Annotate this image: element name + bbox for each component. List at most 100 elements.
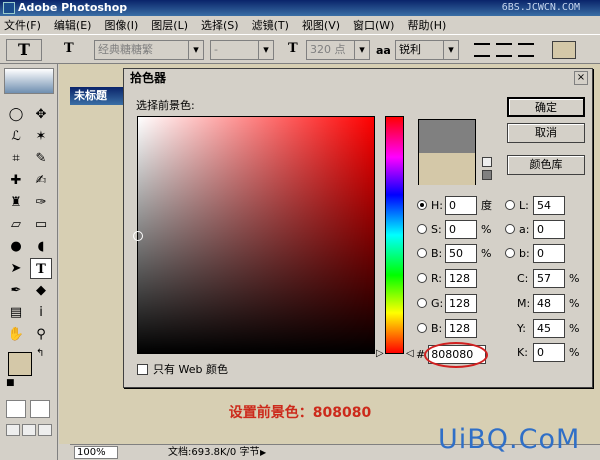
default-colors-icon[interactable]: ■	[6, 378, 15, 388]
gamut-warning-icon[interactable]	[482, 157, 492, 167]
input-b[interactable]: 50	[445, 243, 477, 263]
input-s[interactable]: 0	[445, 219, 477, 239]
app-title-bar: Adobe Photoshop 6BS.JCWCN.COM	[0, 0, 600, 16]
photoshop-icon	[3, 2, 15, 14]
radio-l[interactable]	[505, 200, 515, 210]
font-size-select[interactable]: 320 点	[306, 40, 370, 60]
input-c[interactable]: 57	[533, 268, 565, 288]
menu-layer[interactable]: 图层(L)	[151, 17, 188, 33]
magic-wand-icon[interactable]: ✶	[30, 126, 52, 147]
color-field[interactable]	[133, 116, 375, 354]
lasso-tool-icon[interactable]: ℒ	[5, 126, 27, 147]
menu-filter[interactable]: 滤镜(T)	[252, 17, 289, 33]
hue-slider[interactable]	[385, 116, 404, 354]
web-colors-label: 只有 Web 颜色	[153, 363, 228, 376]
field-c: C: 57 %	[517, 268, 579, 288]
shape-tool-icon[interactable]: ◆	[30, 280, 52, 301]
radio-blue[interactable]	[417, 323, 427, 333]
menu-image[interactable]: 图像(I)	[104, 17, 138, 33]
new-color-preview	[419, 120, 475, 153]
history-brush-icon[interactable]: ✑	[30, 192, 52, 213]
text-color-swatch[interactable]	[552, 41, 576, 59]
crop-tool-icon[interactable]: ⌗	[5, 148, 27, 169]
input-h[interactable]: 0	[445, 195, 477, 215]
input-y[interactable]: 45	[533, 318, 565, 338]
hue-slider-handle-right[interactable]: ◁	[406, 348, 414, 359]
blur-tool-icon[interactable]: ●	[5, 236, 27, 257]
text-tool-preset-icon[interactable]: T	[6, 39, 42, 61]
field-g: G: 128	[417, 293, 477, 313]
field-y: Y: 45 %	[517, 318, 579, 338]
brush-tool-icon[interactable]: ✍	[30, 170, 52, 191]
move-tool-icon[interactable]: ✥	[30, 104, 52, 125]
align-center-icon[interactable]	[496, 43, 512, 57]
close-icon[interactable]: ×	[574, 71, 588, 85]
eyedropper-icon[interactable]: ⅰ	[30, 302, 52, 323]
menu-view[interactable]: 视图(V)	[302, 17, 340, 33]
notes-tool-icon[interactable]: ▤	[5, 302, 27, 323]
marquee-tool-icon[interactable]: ◯	[5, 104, 27, 125]
input-a[interactable]: 0	[533, 219, 565, 239]
path-select-icon[interactable]: ➤	[5, 258, 27, 279]
radio-s[interactable]	[417, 224, 427, 234]
hue-slider-handle-left[interactable]: ▷	[376, 348, 384, 359]
radio-a[interactable]	[505, 224, 515, 234]
screen-mode-full-icon[interactable]	[38, 424, 52, 436]
pen-tool-icon[interactable]: ✒	[5, 280, 27, 301]
stamp-tool-icon[interactable]: ♜	[5, 192, 27, 213]
dodge-tool-icon[interactable]: ◖	[30, 236, 52, 257]
swap-colors-icon[interactable]: ↰	[36, 348, 44, 359]
screen-mode-menubar-icon[interactable]	[22, 424, 36, 436]
menu-file[interactable]: 文件(F)	[4, 17, 41, 33]
healing-brush-icon[interactable]: ✚	[5, 170, 27, 191]
caption-text: 设置前景色：808080	[228, 405, 372, 421]
ok-button[interactable]: 确定	[507, 97, 585, 117]
menu-window[interactable]: 窗口(W)	[353, 17, 394, 33]
eraser-tool-icon[interactable]: ▱	[5, 214, 27, 235]
input-blue[interactable]: 128	[445, 318, 477, 338]
input-l[interactable]: 54	[533, 195, 565, 215]
align-left-icon[interactable]	[474, 43, 490, 57]
web-colors-option[interactable]: 只有 Web 颜色	[137, 361, 228, 377]
gamut-swatch[interactable]	[482, 170, 492, 180]
font-size-icon: T	[288, 41, 298, 56]
radio-g[interactable]	[417, 298, 427, 308]
input-g[interactable]: 128	[445, 293, 477, 313]
menu-bar: 文件(F) 编辑(E) 图像(I) 图层(L) 选择(S) 滤镜(T) 视图(V…	[0, 16, 600, 34]
align-right-icon[interactable]	[518, 43, 534, 57]
foreground-color-swatch[interactable]	[8, 352, 32, 376]
input-lab-b[interactable]: 0	[533, 243, 565, 263]
gradient-tool-icon[interactable]: ▭	[30, 214, 52, 235]
document-window-title[interactable]: 未标题	[70, 87, 130, 105]
menu-edit[interactable]: 编辑(E)	[54, 17, 92, 33]
antialias-select[interactable]: 锐利	[395, 40, 459, 60]
color-picker-dialog: 拾色器 × 选择前景色: ▷ ◁ 只有 Web 颜色 确定 取消 颜色库 H: …	[123, 68, 593, 388]
menu-help[interactable]: 帮助(H)	[407, 17, 446, 33]
zoom-tool-icon[interactable]: ⚲	[30, 324, 52, 345]
web-colors-checkbox[interactable]	[137, 363, 148, 375]
input-r[interactable]: 128	[445, 268, 477, 288]
font-family-select[interactable]: 经典糖糖繁	[94, 40, 204, 60]
current-color-preview[interactable]	[419, 153, 475, 185]
hand-tool-icon[interactable]: ✋	[5, 324, 27, 345]
type-tool-icon[interactable]: T	[30, 258, 52, 279]
color-field-cursor[interactable]	[133, 231, 143, 241]
field-r: R: 128	[417, 268, 477, 288]
input-m[interactable]: 48	[533, 293, 565, 313]
status-menu-icon[interactable]: ▶	[260, 445, 266, 460]
input-k[interactable]: 0	[533, 342, 565, 362]
color-library-button[interactable]: 颜色库	[507, 155, 585, 175]
menu-select[interactable]: 选择(S)	[201, 17, 239, 33]
zoom-field[interactable]: 100%	[74, 446, 118, 459]
app-title: Adobe Photoshop	[18, 1, 128, 14]
radio-h[interactable]	[417, 200, 427, 210]
feather-logo-icon[interactable]	[4, 68, 54, 94]
slice-tool-icon[interactable]: ✎	[30, 148, 52, 169]
cancel-button[interactable]: 取消	[507, 123, 585, 143]
radio-r[interactable]	[417, 273, 427, 283]
radio-lab-b[interactable]	[505, 248, 515, 258]
font-style-select[interactable]: -	[210, 40, 274, 60]
text-orientation-icon[interactable]: T	[64, 41, 74, 56]
radio-b[interactable]	[417, 248, 427, 258]
screen-mode-standard-icon[interactable]	[6, 424, 20, 436]
